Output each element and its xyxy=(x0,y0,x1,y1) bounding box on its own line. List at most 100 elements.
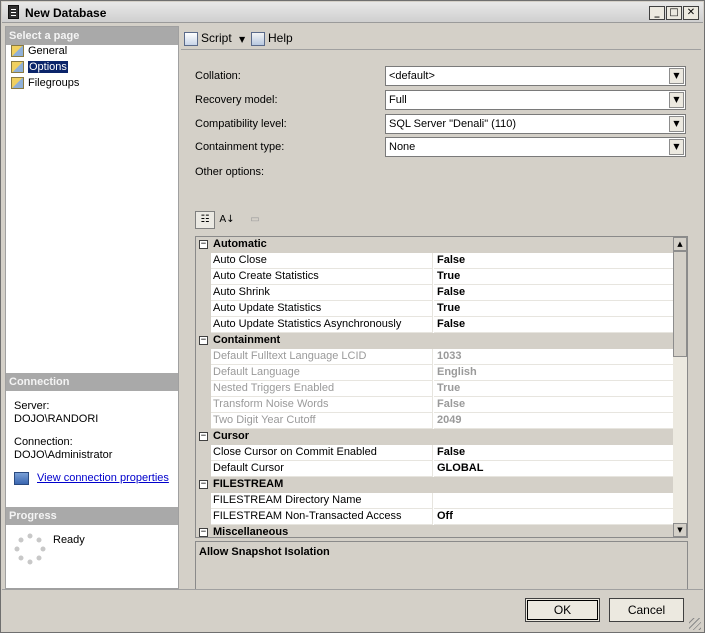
cancel-button[interactable]: Cancel xyxy=(609,598,684,622)
property-name: Auto Update Statistics xyxy=(211,301,433,317)
property-name: Auto Create Statistics xyxy=(211,269,433,285)
property-row[interactable]: Auto Update Statistics True xyxy=(196,301,673,317)
scroll-down-icon[interactable]: ▼ xyxy=(673,523,687,537)
resize-grip-icon[interactable] xyxy=(689,618,701,630)
containment-type-label: Containment type: xyxy=(195,141,285,153)
property-pages-icon[interactable]: ▭ xyxy=(245,211,265,229)
property-value[interactable]: False xyxy=(434,445,673,461)
progress-header: Progress xyxy=(6,507,178,525)
maximize-button[interactable]: □ xyxy=(666,6,682,20)
property-value[interactable]: False xyxy=(434,285,673,301)
property-value[interactable] xyxy=(434,493,673,509)
property-value[interactable]: True xyxy=(434,269,673,285)
property-name: Default Language xyxy=(211,365,433,381)
ok-button[interactable]: OK xyxy=(525,598,600,622)
collapse-icon[interactable]: − xyxy=(199,480,208,489)
chevron-down-icon[interactable]: ▼ xyxy=(669,92,684,108)
sidebar-item-filegroups[interactable]: Filegroups xyxy=(10,76,81,91)
sidebar-item-label: Options xyxy=(28,61,68,73)
page-icon xyxy=(11,61,24,73)
script-icon xyxy=(184,31,198,46)
property-value[interactable]: False xyxy=(434,317,673,333)
chevron-down-icon[interactable]: ▼ xyxy=(669,116,684,132)
main-panel: Script ▼ Help Collation: <default> ▼ Rec… xyxy=(181,26,701,602)
scroll-up-icon[interactable]: ▲ xyxy=(673,237,687,251)
property-name: Two Digit Year Cutoff xyxy=(211,413,433,429)
category-label: Containment xyxy=(213,334,281,346)
chevron-down-icon[interactable]: ▼ xyxy=(669,139,684,155)
chevron-down-icon[interactable]: ▼ xyxy=(669,68,684,84)
category-containment[interactable]: − Containment xyxy=(196,333,673,349)
scroll-thumb[interactable] xyxy=(673,251,687,357)
property-row[interactable]: Transform Noise Words False xyxy=(196,397,673,413)
title-bar[interactable]: New Database _ □ ✕ xyxy=(2,2,703,23)
property-row[interactable]: Default Cursor GLOBAL xyxy=(196,461,673,477)
property-name: Close Cursor on Commit Enabled xyxy=(211,445,433,461)
recovery-model-label: Recovery model: xyxy=(195,94,278,106)
compatibility-level-select[interactable]: SQL Server "Denali" (110) ▼ xyxy=(385,114,686,134)
property-row[interactable]: Close Cursor on Commit Enabled False xyxy=(196,445,673,461)
help-label: Help xyxy=(268,31,293,45)
property-row[interactable]: FILESTREAM Non-Transacted Access Off xyxy=(196,509,673,525)
property-name: Transform Noise Words xyxy=(211,397,433,413)
category-label: Cursor xyxy=(213,430,250,442)
sidebar-item-label: Filegroups xyxy=(28,77,80,89)
sort-alphabetical-icon[interactable]: A↓ xyxy=(217,211,237,229)
property-value: 1033 xyxy=(434,349,673,365)
containment-type-value: None xyxy=(389,141,416,153)
category-filestream[interactable]: − FILESTREAM xyxy=(196,477,673,493)
script-label: Script xyxy=(201,31,232,45)
window-title: New Database xyxy=(25,6,107,20)
property-value[interactable]: GLOBAL xyxy=(434,461,673,477)
script-button[interactable]: Script ▼ xyxy=(184,29,245,47)
page-icon xyxy=(11,45,24,57)
property-row[interactable]: Two Digit Year Cutoff 2049 xyxy=(196,413,673,429)
property-row[interactable]: Auto Create Statistics True xyxy=(196,269,673,285)
collation-select[interactable]: <default> ▼ xyxy=(385,66,686,86)
server-label: Server: xyxy=(14,400,50,412)
category-label: FILESTREAM xyxy=(213,478,284,490)
category-automatic[interactable]: − Automatic xyxy=(196,237,673,253)
property-row[interactable]: Auto Close False xyxy=(196,253,673,269)
collapse-icon[interactable]: − xyxy=(199,432,208,441)
property-row[interactable]: FILESTREAM Directory Name xyxy=(196,493,673,509)
close-button[interactable]: ✕ xyxy=(683,6,699,20)
sidebar-item-options[interactable]: Options xyxy=(10,60,70,75)
property-row[interactable]: Auto Shrink False xyxy=(196,285,673,301)
property-row[interactable]: Nested Triggers Enabled True xyxy=(196,381,673,397)
property-name: Nested Triggers Enabled xyxy=(211,381,433,397)
collation-label: Collation: xyxy=(195,70,241,82)
collapse-icon[interactable]: − xyxy=(199,336,208,345)
property-value[interactable]: Off xyxy=(434,509,673,525)
collapse-icon[interactable]: − xyxy=(199,528,208,537)
collation-value: <default> xyxy=(389,70,435,82)
property-value[interactable]: True xyxy=(434,301,673,317)
category-label: Automatic xyxy=(213,238,267,250)
minimize-button[interactable]: _ xyxy=(649,6,665,20)
description-title: Allow Snapshot Isolation xyxy=(199,546,330,558)
sidebar: Select a page General Options Filegroups… xyxy=(5,26,179,589)
containment-type-select[interactable]: None ▼ xyxy=(385,137,686,157)
help-button[interactable]: Help xyxy=(251,29,293,47)
property-name: FILESTREAM Non-Transacted Access xyxy=(211,509,433,525)
chevron-down-icon[interactable]: ▼ xyxy=(239,35,245,44)
connection-properties-icon xyxy=(14,472,29,485)
sidebar-item-general[interactable]: General xyxy=(10,44,69,59)
category-cursor[interactable]: − Cursor xyxy=(196,429,673,445)
progress-status: Ready xyxy=(53,534,85,546)
toolbar: Script ▼ Help xyxy=(181,26,701,50)
property-row[interactable]: Default Fulltext Language LCID 1033 xyxy=(196,349,673,365)
recovery-model-select[interactable]: Full ▼ xyxy=(385,90,686,110)
property-grid-scrollbar[interactable]: ▲ ▼ xyxy=(673,237,687,537)
property-row[interactable]: Default Language English xyxy=(196,365,673,381)
collapse-icon[interactable]: − xyxy=(199,240,208,249)
category-miscellaneous[interactable]: − Miscellaneous xyxy=(196,525,673,537)
property-name: Default Fulltext Language LCID xyxy=(211,349,433,365)
options-property-grid: − Automatic Auto Close False Auto Create S… xyxy=(195,236,688,538)
view-connection-properties-link[interactable]: View connection properties xyxy=(37,472,169,484)
help-icon xyxy=(251,31,265,46)
property-value[interactable]: False xyxy=(434,253,673,269)
property-name: Auto Shrink xyxy=(211,285,433,301)
property-row[interactable]: Auto Update Statistics Asynchronously Fal… xyxy=(196,317,673,333)
categorized-icon[interactable]: ☷ xyxy=(195,211,215,229)
